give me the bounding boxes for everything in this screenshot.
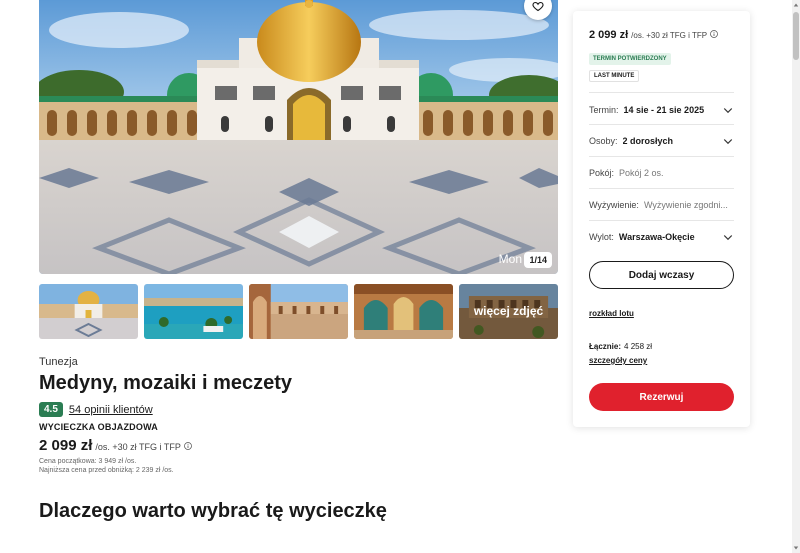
room-selector[interactable]: Pokój: Pokój 2 os. [589,167,734,179]
persons-value: 2 dorosłych [622,136,674,146]
divider [589,220,734,221]
board-selector[interactable]: Wyżywienie: Wyżywienie zgodni... [589,199,734,211]
reviews-link[interactable]: 54 opinii klientów [69,404,153,416]
sidebar-price: 2 099 zł /os. +30 zł TFG i TFP [589,29,718,41]
board-label: Wyżywienie: [589,200,639,210]
thumbnail-more-photos[interactable]: więcej zdjęć [459,284,558,339]
rating-row: 4.5 54 opinii klientów [39,402,153,417]
mosque-thumbnail-image [39,284,138,339]
confirmed-badge: TERMIN POTWIERDZONY [589,53,671,65]
divider [589,124,734,125]
mosque-photo [39,0,558,274]
room-label: Pokój: [589,168,615,178]
persons-selector[interactable]: Osoby: 2 dorosłych [589,135,734,147]
offer-price: 2 099 zł /os. +30 zł TFG i TFP [39,437,192,454]
departure-selector[interactable]: Wylot: Warszawa-Okęcie [589,231,734,243]
thumbnail-arches[interactable] [249,284,348,339]
thumbnail-mosque[interactable] [39,284,138,339]
divider [589,156,734,157]
departure-value: Warszawa-Okęcie [618,232,695,242]
thumbnail-strip: więcej zdjęć [39,284,558,339]
flight-plan-link[interactable]: rozkład lotu [589,309,634,318]
scroll-up-arrow-icon[interactable] [793,2,799,8]
why-heading: Dlaczego warto wybrać tę wycieczkę [39,500,387,522]
start-price-note: Cena początkowa: 3 949 zł /os. [39,458,137,465]
board-value: Wyżywienie zgodni... [643,200,728,210]
price-suffix: /os. +30 zł TFG i TFP [95,442,181,452]
info-icon[interactable] [710,30,718,38]
room-value: Pokój 2 os. [619,168,664,178]
country-label: Tunezja [39,356,78,368]
departure-label: Wylot: [589,232,614,242]
scrollbar[interactable] [792,0,800,553]
add-holiday-button[interactable]: Dodaj wczasy [589,261,734,289]
rating-badge: 4.5 [39,402,63,417]
total-label: Łącznie: [589,342,622,351]
term-value: 14 sie - 21 sie 2025 [623,105,705,115]
term-selector[interactable]: Termin: 14 sie - 21 sie 2025 [589,104,734,116]
chevron-down-icon [723,108,733,114]
price-value: 2 099 zł [39,437,93,454]
persons-label: Osoby: [589,136,618,146]
scroll-down-arrow-icon[interactable] [793,545,799,551]
trip-type: WYCIECZKA OBJAZDOWA [39,422,158,432]
lowest-price-note: Najniższa cena przed obniżką: 2 239 zł /… [39,467,174,474]
chevron-down-icon [723,139,733,145]
heart-icon [532,1,544,12]
divider [589,92,734,93]
last-minute-badge: LAST MINUTE [589,70,640,82]
sidebar-price-suffix: /os. +30 zł TFG i TFP [631,31,708,40]
beach-thumbnail-image [144,284,243,339]
reserve-button[interactable]: Rezerwuj [589,383,734,411]
total-value: 4 258 zł [624,342,653,351]
price-details-link[interactable]: szczegóły ceny [589,356,647,365]
divider [589,188,734,189]
arches-thumbnail-image [249,284,348,339]
hero-caption: Mon [498,252,522,266]
cut-off-paragraph [39,546,558,550]
thumbnail-interior[interactable] [354,284,453,339]
sidebar-price-value: 2 099 zł [589,29,629,41]
interior-thumbnail-image [354,284,453,339]
chevron-down-icon [723,235,733,241]
info-icon[interactable] [183,442,192,450]
offer-title: Medyny, mozaiki i meczety [39,372,293,394]
more-photos-label: więcej zdjęć [459,284,558,339]
scrollbar-thumb[interactable] [793,12,799,60]
photo-counter: 1/14 [524,252,552,268]
hero-image[interactable]: Mon 1/14 [39,0,558,274]
term-label: Termin: [589,105,619,115]
thumbnail-beach[interactable] [144,284,243,339]
total-price: Łącznie: 4 258 zł [589,342,652,351]
booking-panel: 2 099 zł /os. +30 zł TFG i TFP TERMIN PO… [573,11,750,427]
